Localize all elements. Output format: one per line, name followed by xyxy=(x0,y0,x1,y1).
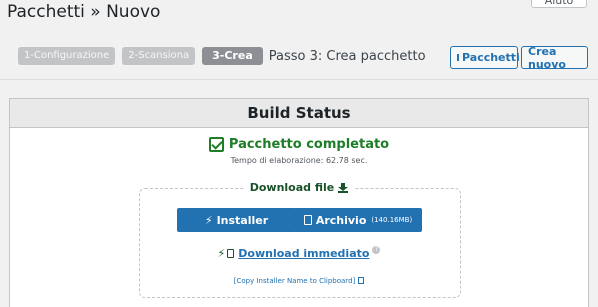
copy-installer-name-link[interactable]: [Copy Installer Name to Clipboard] xyxy=(10,277,588,285)
build-status: Pacchetto completato xyxy=(10,137,588,152)
build-status-panel: Build Status Pacchetto completato Tempo … xyxy=(9,98,589,307)
installer-button[interactable]: ⚡ Installer xyxy=(177,208,296,232)
packages-icon xyxy=(457,54,459,61)
bolt-icon: ⚡ xyxy=(204,213,213,227)
copy-label: [Copy Installer Name to Clipboard] xyxy=(233,277,356,285)
elapsed-time: Tempo di elaborazione: 62.78 sec. xyxy=(230,156,368,165)
installer-label: Installer xyxy=(216,213,269,227)
archive-size: (140.16MB) xyxy=(371,216,413,224)
archive-button[interactable]: Archivio (140.16MB) xyxy=(294,208,422,232)
panel-title: Build Status xyxy=(10,99,588,128)
archive-label: Archivio xyxy=(315,213,367,227)
immediate-download-link[interactable]: Download immediato xyxy=(238,247,369,260)
create-new-button[interactable]: Crea nuovo xyxy=(521,44,588,71)
file-icon xyxy=(227,249,235,258)
immediate-download: ⚡ Download immediato ? xyxy=(10,245,588,260)
bolt-icon: ⚡ xyxy=(217,247,226,260)
page-title: Pacchetti » Nuovo xyxy=(7,2,161,22)
create-new-label: Crea nuovo xyxy=(528,44,566,71)
packages-label: Pacchetti xyxy=(462,51,520,64)
download-title-label: Download file xyxy=(249,181,335,194)
copy-icon xyxy=(358,277,365,284)
status-text: Pacchetto completato xyxy=(228,137,390,152)
divider xyxy=(0,79,598,80)
download-icon xyxy=(338,182,349,193)
download-section-title: Download file xyxy=(10,181,588,194)
packages-button[interactable]: Pacchetti xyxy=(450,46,520,69)
step-scansiona: 2-Scansiona xyxy=(122,47,196,65)
step-crea: 3-Crea xyxy=(202,47,263,65)
step-configurazione: 1-Configurazione xyxy=(18,47,116,65)
help-icon[interactable]: ? xyxy=(372,245,381,254)
wizard-steps: 1-Configurazione 2-Scansiona 3-Crea Pass… xyxy=(18,47,426,65)
file-zip-icon xyxy=(303,215,312,225)
help-button[interactable]: Aiuto xyxy=(531,0,587,8)
step-description: Passo 3: Crea pacchetto xyxy=(268,48,426,64)
check-icon xyxy=(208,137,224,152)
